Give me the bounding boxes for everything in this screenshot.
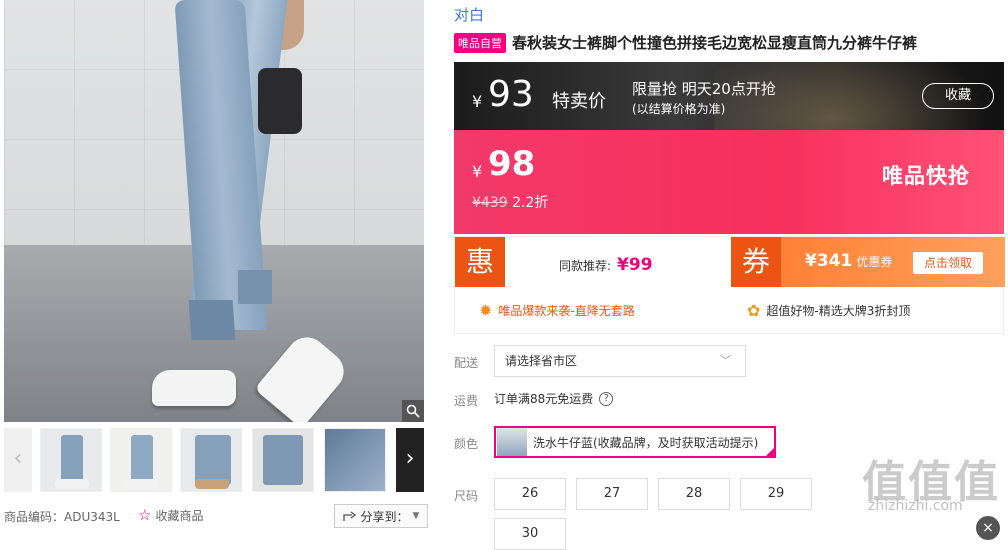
same-style-price: ¥99 [617,255,653,275]
coupon-value-row: ¥341 优惠券 [805,251,892,271]
special-price-band: ¥ 93 特卖价 限量抢 明天20点开抢 (以结算价格为准) 收藏 [454,62,1004,130]
share-dropdown[interactable]: 分享到： ▼ [334,504,428,528]
image-cuff [188,300,236,340]
share-label: 分享到： [360,509,409,524]
product-title: 春秋装女士裤脚个性撞色拼接毛边宽松显瘦直筒九分裤牛仔裤 [512,34,918,52]
delivery-label: 配送 [454,356,479,370]
flash-sale-notice: 限量抢 明天20点开抢 [632,80,776,98]
promotion-box: 惠 同款推荐: ¥99 券 ¥341 优惠券 点击领取 ✹ 唯品爆款来袭-直降无套路 … [454,236,1005,334]
flash-price-currency: ¥ [472,162,483,181]
thumbnail-strip: ‹ › [4,428,424,492]
shipping-info: 订单满88元免运费 ? [494,390,614,407]
title-row: 唯品自营 春秋装女士裤脚个性撞色拼接毛边宽松显瘦直筒九分裤牛仔裤 [454,32,917,53]
color-label: 颜色 [454,437,479,451]
magnifier-icon[interactable] [402,400,424,422]
size-option[interactable]: 29 [740,478,812,510]
discount-badge: 惠 [455,237,505,287]
region-select[interactable]: 请选择省市区 ﹀ [494,345,746,377]
flash-price-value: 98 [488,144,536,184]
thumb-shoe [125,479,159,489]
product-code: 商品编码：ADU343L [4,510,120,524]
product-info: 对白 唯品自营 春秋装女士裤脚个性撞色拼接毛边宽松显瘦直筒九分裤牛仔裤 ¥ 93… [454,0,1008,550]
same-style-recommend[interactable]: 同款推荐: ¥99 [559,255,653,275]
thumbnail[interactable] [252,428,314,492]
thumbnail[interactable] [324,428,386,492]
color-option-label: 洗水牛仔蓝(收藏品牌，及时获取活动提示) [533,435,759,450]
special-price-label: 特卖价 [552,91,606,112]
thumb-shoe [195,479,229,489]
same-style-label: 同款推荐: [559,259,612,273]
original-price: ¥439 [472,195,508,211]
thumb-jeans [195,435,231,485]
star-icon: ☆ [138,506,152,524]
promo-line-hot[interactable]: ✹ 唯品爆款来袭-直降无套路 [479,301,635,320]
thumb-denim-detail [325,429,385,491]
thumb-jeans [263,435,303,485]
product-meta-bar: 商品编码：ADU343L ☆ 收藏商品 分享到： ▼ [4,500,428,532]
size-option[interactable]: 26 [494,478,566,510]
discount-rate: 2.2折 [512,195,549,211]
thumbnail[interactable] [180,428,242,492]
flash-sale-label: 唯品快抢 [882,164,970,188]
favorite-label: 收藏商品 [155,508,204,523]
price-note: (以结算价格为准) [632,102,726,116]
chevron-down-icon: ﹀ [720,354,731,367]
coupon-badge: 券 [731,237,781,287]
selected-check-icon [764,446,776,458]
image-cuff [238,270,272,304]
favorite-product-link[interactable]: ☆ 收藏商品 [138,506,203,524]
thumb-jeans [61,435,83,485]
sun-icon: ✹ [479,301,493,320]
shipping-label: 运费 [454,394,479,408]
chevron-left-icon[interactable]: ‹ [4,428,32,492]
thumb-jeans [131,435,153,485]
share-icon [342,511,356,521]
help-icon[interactable]: ? [599,391,614,406]
image-bag [258,68,302,134]
thumb-shoe [55,479,89,489]
size-option[interactable]: 30 [494,518,566,550]
promo-line-hot-text: 唯品爆款来袭-直降无套路 [498,304,635,318]
thumbnail[interactable] [110,428,172,492]
image-shoe [152,370,236,406]
color-swatch [497,428,527,456]
promo-line-value-text: 超值好物-精选大牌3折封顶 [766,304,911,318]
size-label: 尺码 [454,489,479,503]
size-option[interactable]: 28 [658,478,730,510]
thumbnail[interactable] [40,428,102,492]
promo-line-value[interactable]: ✿ 超值好物-精选大牌3折封顶 [747,301,910,320]
color-option-selected[interactable]: 洗水牛仔蓝(收藏品牌，及时获取活动提示) [494,426,776,458]
product-gallery: ‹ › 商品编码：ADU343L ☆ 收藏商品 分享到： ▼ [0,0,430,532]
coupon-value: ¥341 [805,251,853,271]
coupon-area: 券 ¥341 优惠券 点击领取 [731,237,1005,287]
chevron-down-icon: ▼ [412,511,420,521]
shipping-text: 订单满88元免运费 [494,392,594,406]
self-operated-badge: 唯品自营 [454,32,506,53]
coupon-suffix: 优惠券 [856,255,893,269]
original-price-row: ¥439 2.2折 [472,192,548,212]
flower-icon: ✿ [747,301,761,320]
main-product-image[interactable] [4,0,424,422]
favorite-button[interactable]: 收藏 [922,83,994,109]
claim-coupon-button[interactable]: 点击领取 [913,252,983,274]
special-price-value: 93 [488,74,534,115]
chevron-right-icon[interactable]: › [396,428,424,492]
flash-price-band: ¥ 98 ¥439 2.2折 唯品快抢 [454,130,1004,234]
brand-link[interactable]: 对白 [454,4,484,25]
region-select-value: 请选择省市区 [505,354,578,368]
special-price-currency: ¥ [472,92,483,111]
size-option[interactable]: 27 [576,478,648,510]
